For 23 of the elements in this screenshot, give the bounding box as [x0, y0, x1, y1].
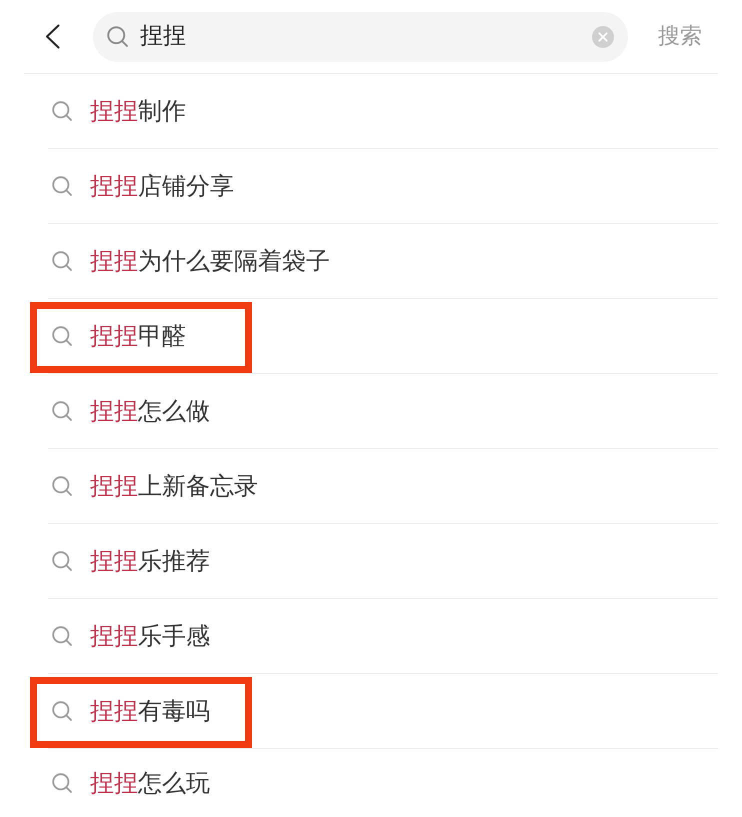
search-icon [52, 626, 72, 646]
search-icon [52, 401, 72, 421]
suggestion-item[interactable]: 捏捏上新备忘录 [48, 449, 718, 523]
search-field[interactable]: 捏捏 [93, 12, 628, 62]
search-icon [52, 701, 72, 721]
suggestion-item[interactable]: 捏捏为什么要隔着袋子 [48, 224, 718, 298]
suggestion-item[interactable]: 捏捏店铺分享 [48, 149, 718, 223]
suggestion-item[interactable]: 捏捏乐手感 [48, 599, 718, 673]
suggestion-item[interactable]: 捏捏有毒吗 [48, 674, 718, 748]
search-icon [107, 26, 128, 47]
suggestion-item[interactable]: 捏捏怎么做 [48, 374, 718, 448]
suggestion-item[interactable]: 捏捏甲醛 [48, 299, 718, 373]
search-icon [52, 551, 72, 571]
suggestion-item[interactable]: 捏捏制作 [48, 74, 718, 148]
suggestion-item[interactable]: 捏捏乐推荐 [48, 524, 718, 598]
search-icon [52, 251, 72, 271]
back-icon [44, 24, 60, 49]
search-icon [52, 773, 72, 793]
search-icon [52, 326, 72, 346]
search-icon [52, 476, 72, 496]
search-icon [52, 101, 72, 121]
suggestion-item[interactable]: 捏捏怎么玩 [48, 749, 718, 817]
search-icon [52, 176, 72, 196]
